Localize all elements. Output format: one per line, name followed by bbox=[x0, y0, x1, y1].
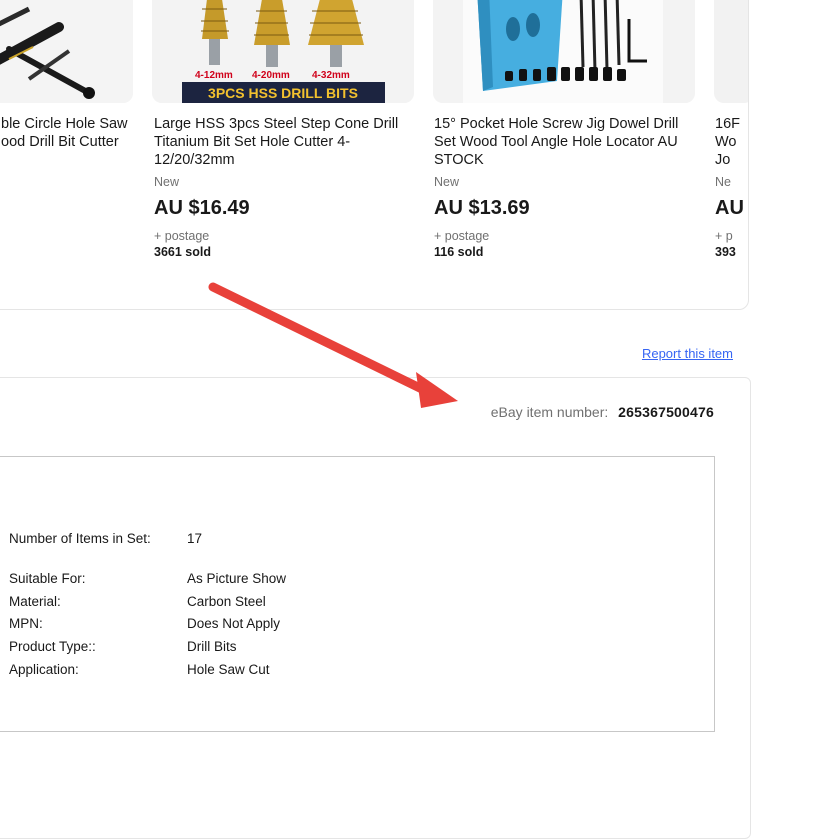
spec-label: Application: bbox=[9, 662, 79, 677]
item-sold-count: 116 sold bbox=[434, 245, 484, 259]
item-title[interactable]: 15° Pocket Hole Screw Jig Dowel Drill Se… bbox=[434, 115, 696, 169]
item-image[interactable] bbox=[0, 0, 133, 103]
item-condition: Ne bbox=[715, 175, 731, 189]
item-image[interactable] bbox=[433, 0, 695, 103]
item-sold-count: 393 bbox=[715, 245, 736, 259]
item-title-line[interactable]: 16F bbox=[715, 115, 748, 133]
item-price: AU $13.69 bbox=[434, 197, 530, 219]
item-price: AU bbox=[715, 197, 744, 219]
item-title-line[interactable]: ble Circle Hole Saw bbox=[1, 115, 141, 133]
size-label: 4-12mm bbox=[195, 70, 233, 81]
size-label: 4-32mm bbox=[312, 70, 350, 81]
item-postage: + postage bbox=[434, 229, 490, 243]
spec-label: MPN: bbox=[9, 616, 43, 631]
hole-saw-image bbox=[0, 0, 133, 103]
step-drill-image: 4-12mm 4-20mm 4-32mm 3PCS HSS DRILL BITS bbox=[152, 0, 414, 103]
item-price: AU $16.49 bbox=[154, 197, 250, 219]
spec-value: 17 bbox=[187, 531, 203, 546]
item-number-label: eBay item number: bbox=[490, 404, 609, 420]
item-sold-count: 3661 sold bbox=[154, 245, 211, 259]
spec-value: Hole Saw Cut bbox=[187, 662, 270, 677]
report-item-link[interactable]: Report this item bbox=[642, 346, 733, 361]
spec-label: Material: bbox=[9, 594, 61, 609]
item-image[interactable]: 4-12mm 4-20mm 4-32mm 3PCS HSS DRILL BITS bbox=[152, 0, 414, 103]
pocket-jig-image bbox=[433, 0, 695, 103]
spec-value: Drill Bits bbox=[187, 639, 237, 654]
spec-value: Carbon Steel bbox=[187, 594, 266, 609]
item-number-value: 265367500476 bbox=[618, 404, 714, 420]
spec-label: Number of Items in Set: bbox=[9, 531, 151, 546]
item-title[interactable]: 16F Wo Jo bbox=[715, 115, 748, 169]
item-title-line[interactable]: ood Drill Bit Cutter bbox=[1, 133, 141, 151]
item-specifics-box bbox=[0, 456, 715, 732]
item-title-line[interactable]: Wo bbox=[715, 133, 748, 151]
spec-value: Does Not Apply bbox=[187, 616, 281, 631]
item-postage: + p bbox=[715, 229, 733, 243]
spec-value: As Picture Show bbox=[187, 571, 287, 586]
image-banner-text: 3PCS HSS DRILL BITS bbox=[208, 85, 358, 101]
item-image[interactable] bbox=[714, 0, 748, 103]
spec-label: Suitable For: bbox=[9, 571, 86, 586]
item-title[interactable]: ble Circle Hole Saw ood Drill Bit Cutter bbox=[1, 115, 141, 151]
similar-items-carousel: ble Circle Hole Saw ood Drill Bit Cutter bbox=[0, 0, 749, 310]
item-postage: + postage bbox=[154, 229, 210, 243]
item-condition: New bbox=[434, 175, 460, 189]
item-title[interactable]: Large HSS 3pcs Steel Step Cone Drill Tit… bbox=[154, 115, 416, 169]
item-condition: New bbox=[154, 175, 180, 189]
size-label: 4-20mm bbox=[252, 70, 290, 81]
spec-label: Product Type:: bbox=[9, 639, 96, 654]
ebay-item-number: eBay item number: 265367500476 bbox=[491, 404, 714, 420]
item-title-line[interactable]: Jo bbox=[715, 151, 748, 169]
